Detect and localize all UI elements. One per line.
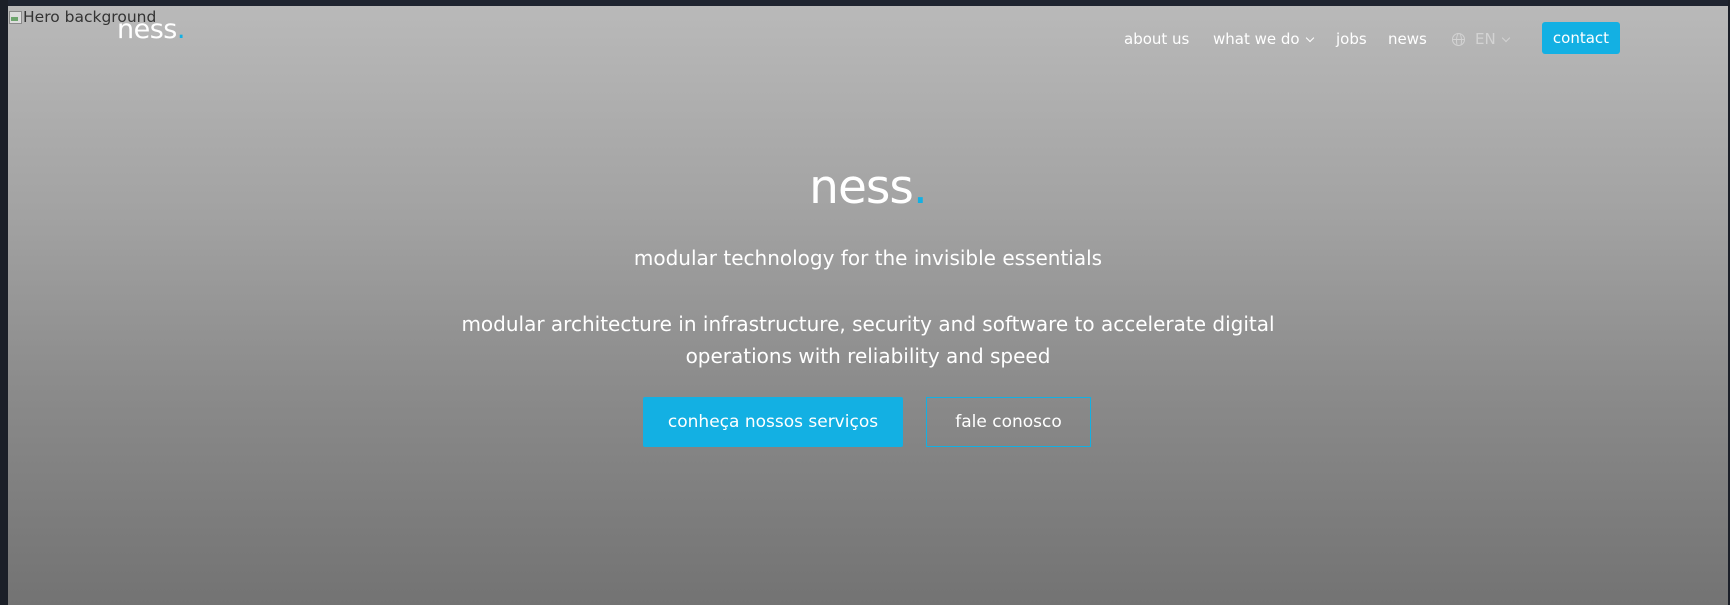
hero-description: modular architecture in infrastructure, …	[461, 312, 1275, 368]
contact-button[interactable]: contact	[1542, 22, 1620, 54]
chevron-down-icon	[1305, 33, 1314, 43]
services-button[interactable]: conheça nossos serviços	[643, 397, 903, 447]
language-selector[interactable]: EN	[1452, 30, 1510, 48]
hero-section: Hero background ness. about us what we d…	[8, 6, 1728, 605]
window-frame-left	[0, 0, 8, 605]
globe-icon	[1452, 33, 1465, 46]
hero-logo: ness.	[8, 164, 1728, 211]
language-label: EN	[1475, 30, 1496, 48]
nav-jobs[interactable]: jobs	[1336, 30, 1367, 48]
hero-tagline: modular technology for the invisible ess…	[633, 246, 1103, 270]
nav-what-we-do[interactable]: what we do	[1213, 30, 1314, 48]
chevron-down-icon	[1501, 33, 1510, 43]
nav-news[interactable]: news	[1388, 30, 1427, 48]
hero-logo-text: ness	[809, 160, 914, 215]
nav-what-we-do-label: what we do	[1213, 30, 1300, 48]
nav-about-us[interactable]: about us	[1124, 30, 1189, 48]
hero-logo-dot: .	[912, 160, 928, 215]
contact-us-button[interactable]: fale conosco	[926, 397, 1091, 447]
main-nav: about us what we do jobs news EN contact	[8, 22, 1728, 54]
